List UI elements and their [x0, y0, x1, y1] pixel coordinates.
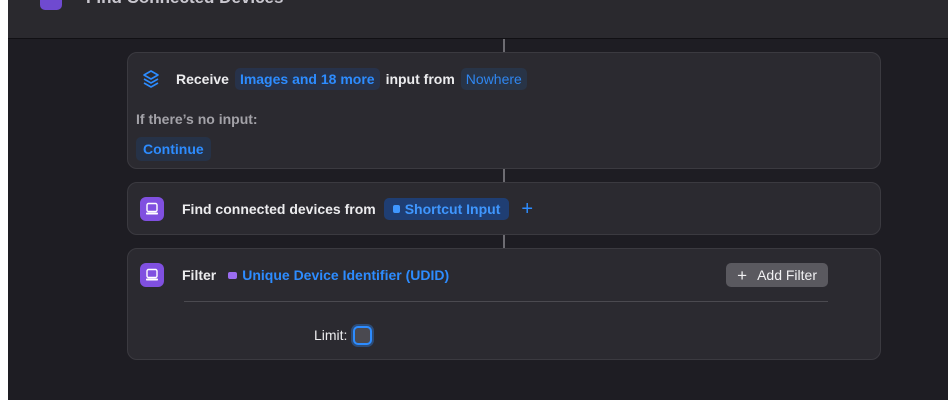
filter-label: Filter [182, 267, 217, 283]
flow-connector [503, 169, 505, 182]
shortcut-input-icon [392, 205, 400, 213]
filter-field-label: Unique Device Identifier (UDID) [242, 267, 450, 283]
shortcut-input-label: Shortcut Input [404, 201, 501, 217]
input-types-token[interactable]: Images and 18 more [234, 68, 380, 90]
find-devices-label: Find connected devices from [182, 201, 376, 217]
add-parameter-button[interactable]: + [521, 199, 533, 219]
device-icon [140, 197, 164, 221]
filter-divider [184, 301, 828, 302]
device-icon [140, 263, 164, 287]
flow-connector [503, 235, 505, 248]
add-filter-button[interactable]: + Add Filter [726, 263, 828, 287]
receive-action-card[interactable]: Receive Images and 18 more input from No… [127, 52, 881, 169]
receive-label: Receive [176, 71, 229, 87]
filter-action-card[interactable]: Filter Unique Device Identifier (UDID) +… [127, 248, 881, 360]
input-from-label: input from [385, 71, 455, 87]
no-input-label: If there’s no input: [136, 111, 258, 127]
filter-field-token[interactable]: Unique Device Identifier (UDID) [228, 267, 449, 283]
add-filter-label: Add Filter [757, 267, 817, 283]
flow-connector [503, 39, 505, 52]
input-source-token[interactable]: Nowhere [460, 68, 527, 90]
filter-field-icon [228, 271, 238, 279]
window-title: Find Connected Devices [86, 0, 283, 8]
limit-checkbox[interactable] [353, 325, 373, 345]
no-input-action-token[interactable]: Continue [136, 137, 211, 161]
plus-icon: + [737, 265, 748, 285]
layers-stack-icon [140, 68, 162, 90]
find-devices-action-card[interactable]: Find connected devices from Shortcut Inp… [127, 182, 881, 235]
limit-label: Limit: [314, 327, 348, 343]
shortcut-input-token[interactable]: Shortcut Input [383, 198, 510, 220]
title-bar: Find Connected Devices [8, 0, 948, 39]
shortcut-app-icon [40, 0, 62, 10]
shortcut-editor-window: Find Connected Devices Receive Images an… [8, 0, 948, 400]
